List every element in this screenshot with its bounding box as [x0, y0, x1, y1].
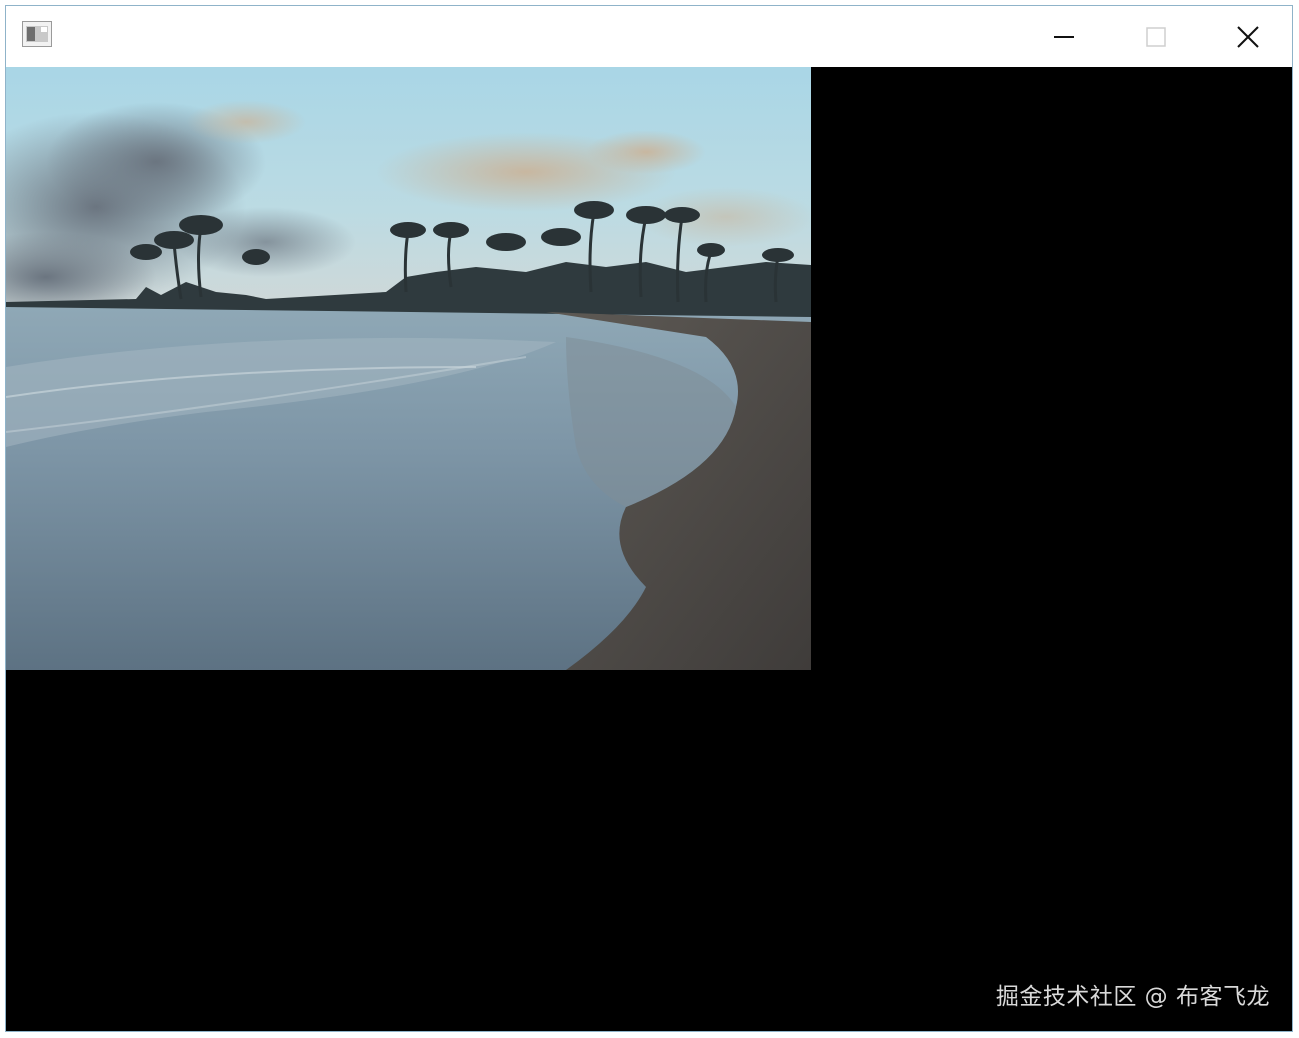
minimize-icon	[1054, 35, 1074, 38]
app-window-icon	[22, 21, 52, 47]
image-viewport: 掘金技术社区 @ 布客飞龙	[6, 67, 1292, 1031]
watermark-text: 掘金技术社区 @ 布客飞龙	[995, 984, 1270, 1010]
close-icon	[1237, 25, 1259, 48]
beach-photo	[6, 67, 811, 670]
title-bar[interactable]	[6, 6, 1292, 67]
minimize-button[interactable]	[1018, 6, 1110, 67]
app-window: 掘金技术社区 @ 布客飞龙	[5, 5, 1293, 1032]
maximize-icon	[1146, 26, 1166, 47]
maximize-button[interactable]	[1110, 6, 1202, 67]
close-button[interactable]	[1202, 6, 1292, 67]
